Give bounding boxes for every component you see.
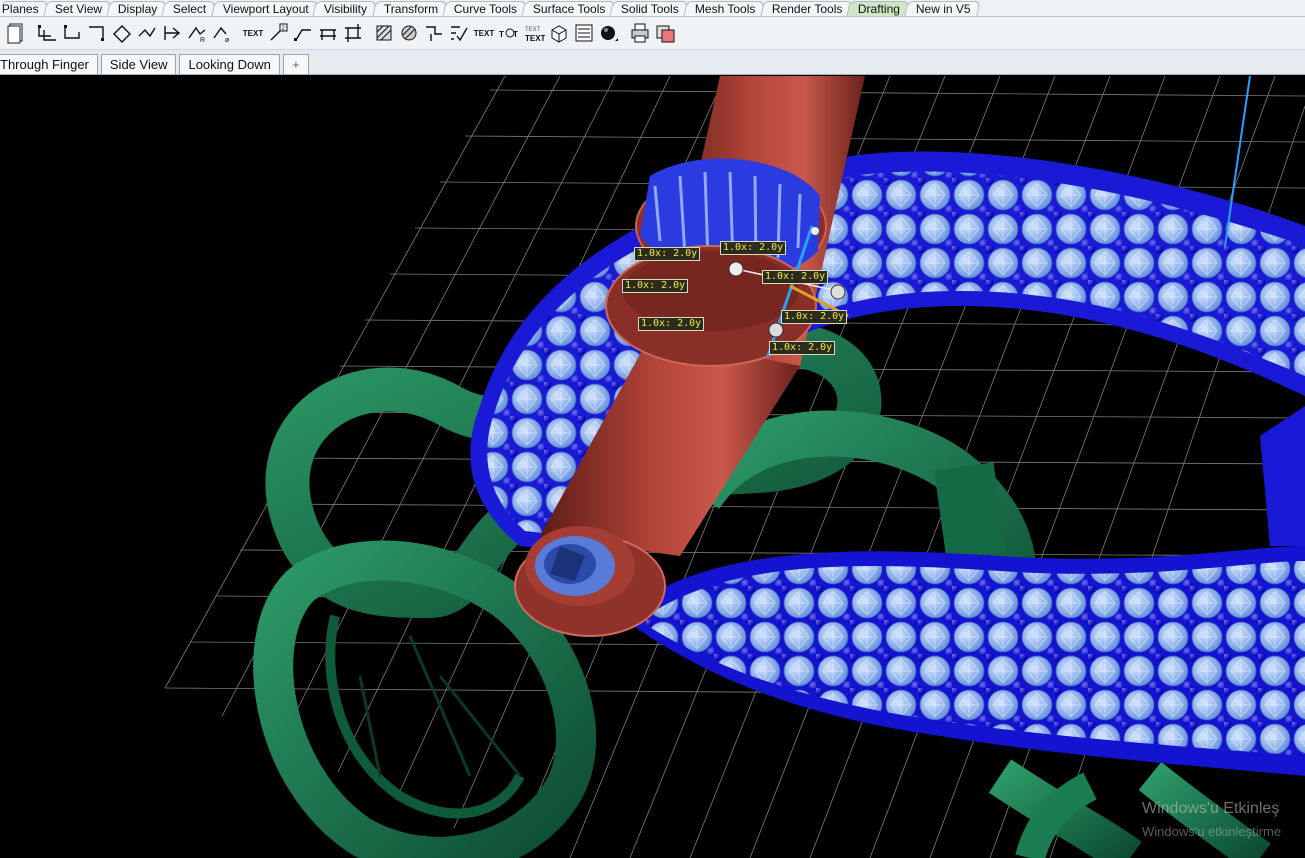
leader-2-icon[interactable]: 2: [266, 20, 290, 46]
text-label: TEXT: [242, 28, 264, 38]
tab-label: Set View: [54, 2, 102, 16]
sphere-render-icon[interactable]: [597, 20, 621, 46]
svg-text:TEXT: TEXT: [525, 27, 541, 33]
dimension-label[interactable]: 1.0x: 2.0y: [781, 310, 848, 324]
tab-select[interactable]: Select: [161, 1, 217, 16]
ordinate-dimension-icon[interactable]: [135, 20, 159, 46]
viewport-tab-side-view[interactable]: Side View: [100, 54, 177, 74]
text-stack-label: TEXT: [525, 34, 545, 43]
tab-label: Surface Tools: [532, 2, 606, 16]
viewport-tab-looking-down[interactable]: Looking Down: [179, 54, 280, 74]
tab-solid-tools[interactable]: Solid Tools: [609, 1, 689, 16]
tab-set-view[interactable]: Set View: [43, 1, 112, 16]
tab-label: Render Tools: [771, 2, 843, 16]
tab-visibility[interactable]: Visibility: [312, 1, 378, 16]
activation-watermark-sub: Windows'u etkinleştirme: [1142, 824, 1282, 839]
text-object-icon[interactable]: TEXT: [472, 20, 496, 46]
hatch-fill-icon[interactable]: [372, 20, 396, 46]
rotated-dimension-icon[interactable]: [85, 20, 109, 46]
radius-dimension-icon[interactable]: [160, 20, 184, 46]
tab-label: Viewport Layout: [222, 2, 309, 16]
dimension-label[interactable]: 1.0x: 2.0y: [622, 279, 689, 293]
svg-text:ø: ø: [225, 37, 230, 44]
aligned-dimension-icon[interactable]: [60, 20, 84, 46]
tab-planes[interactable]: Planes: [0, 1, 49, 16]
tab-label: Planes: [1, 2, 39, 16]
svg-text:R: R: [200, 37, 205, 44]
tab-curve-tools[interactable]: Curve Tools: [442, 1, 527, 16]
tab-display[interactable]: Display: [106, 1, 167, 16]
tab-label: Curve Tools: [453, 2, 517, 16]
dimension-label[interactable]: 1.0x: 2.0y: [634, 247, 701, 261]
tab-label: Drafting: [858, 2, 901, 16]
new-document-icon[interactable]: [4, 20, 28, 46]
dimension-label[interactable]: 1.0x: 2.0y: [762, 270, 829, 284]
tab-label: Transform: [383, 2, 438, 16]
add-viewport-tab-button[interactable]: +: [282, 54, 309, 74]
tab-render-tools[interactable]: Render Tools: [760, 1, 852, 16]
tab-drafting[interactable]: Drafting: [846, 1, 910, 16]
tab-viewport-layout[interactable]: Viewport Layout: [210, 1, 319, 16]
svg-text:T: T: [499, 30, 504, 39]
text-stack-icon[interactable]: TEXT TEXT: [522, 20, 546, 46]
tab-label: Mesh Tools: [695, 2, 756, 16]
tab-transform[interactable]: Transform: [371, 1, 448, 16]
tab-new-in-v5[interactable]: New in V5: [904, 1, 981, 16]
list-icon[interactable]: [572, 20, 596, 46]
dimension-label[interactable]: 1.0x: 2.0y: [769, 341, 836, 355]
tab-label: Select: [173, 2, 207, 16]
print-icon[interactable]: [628, 20, 652, 46]
viewport-tabs: Through Finger Side View Looking Down +: [0, 50, 1305, 75]
tab-label: Solid Tools: [621, 2, 680, 16]
tab-label: New in V5: [916, 2, 971, 16]
cube-icon[interactable]: [547, 20, 571, 46]
activation-watermark: Windows'u Etkinleş: [1142, 800, 1280, 817]
3d-viewport[interactable]: 1.0x: 2.0y 1.0x: 2.0y 1.0x: 2.0y 1.0x: 2…: [0, 76, 1305, 858]
linear-dimension-icon[interactable]: [35, 20, 59, 46]
diameter-dimension-icon[interactable]: R: [185, 20, 209, 46]
hatch-boundary-icon[interactable]: [397, 20, 421, 46]
angle-dimension-icon[interactable]: [110, 20, 134, 46]
dimension-label[interactable]: 1.0x: 2.0y: [720, 241, 787, 255]
layout-icon[interactable]: [653, 20, 677, 46]
text-icon[interactable]: TEXT: [241, 20, 265, 46]
rhino-window: Planes Set View Display Select Viewport …: [0, 0, 1305, 858]
dimension-style-icon[interactable]: [422, 20, 446, 46]
svg-text:T: T: [513, 30, 518, 39]
text-explode-icon[interactable]: TT: [497, 20, 521, 46]
leader-icon[interactable]: ø: [210, 20, 234, 46]
tab-label: Display: [117, 2, 158, 16]
check-text-icon[interactable]: [447, 20, 471, 46]
tab-surface-tools[interactable]: Surface Tools: [521, 1, 616, 16]
hatch-icon[interactable]: [316, 20, 340, 46]
viewport-canvas: [164, 76, 1305, 858]
tab-label: Visibility: [324, 2, 368, 16]
dimension-label[interactable]: 1.0x: 2.0y: [638, 317, 705, 331]
text-label-2: TEXT: [473, 28, 495, 38]
toolbar-tabs: Planes Set View Display Select Viewport …: [0, 0, 1305, 17]
drafting-toolbar: R ø TEXT 2 TEXT TT TEXT TEXT: [0, 17, 1305, 50]
make-2d-icon[interactable]: [341, 20, 365, 46]
tab-mesh-tools[interactable]: Mesh Tools: [683, 1, 766, 16]
viewport-tab-through-finger[interactable]: Through Finger: [0, 54, 98, 74]
leader-icon-2[interactable]: [291, 20, 315, 46]
